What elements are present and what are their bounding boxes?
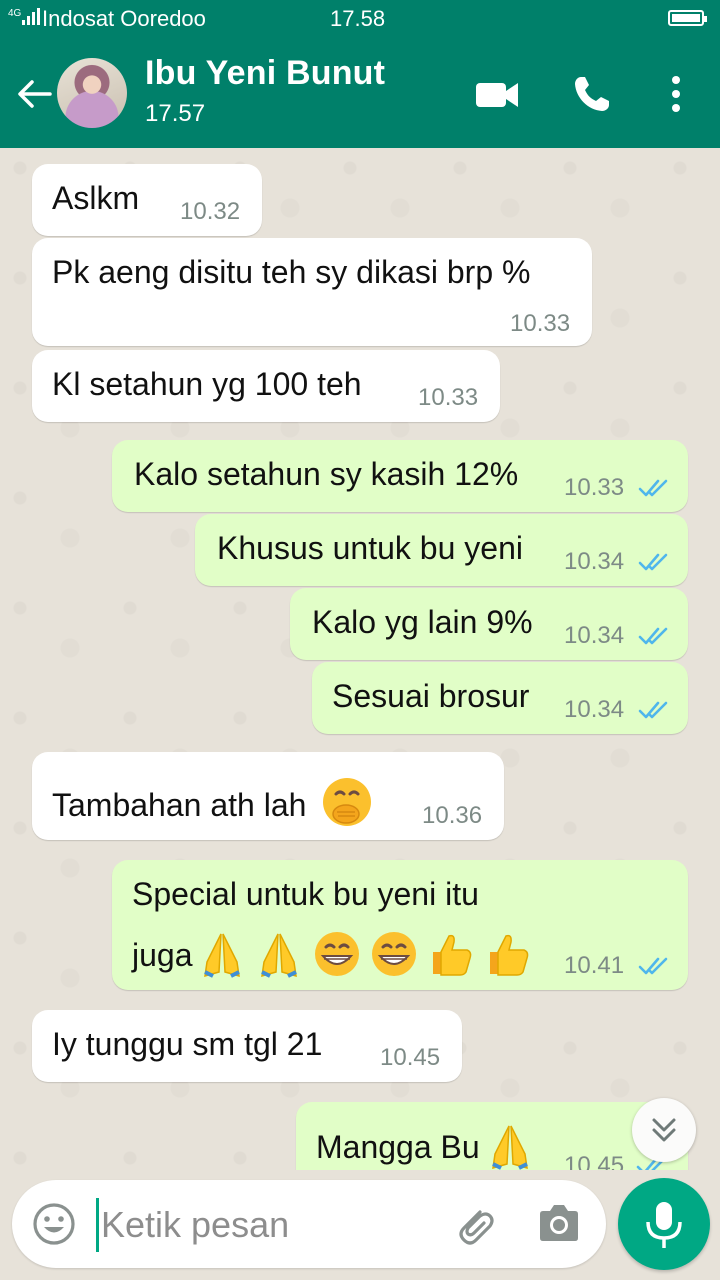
folded-hands-icon (491, 1125, 528, 1170)
message-time: 10.36 (422, 802, 483, 829)
carrier-name: Indosat Ooredoo (42, 6, 206, 31)
message-text: Kalo yg lain 9% (312, 604, 533, 640)
message-outgoing[interactable]: Kalo setahun sy kasih 12% 10.33 (112, 440, 688, 512)
message-incoming[interactable]: Iy tunggu sm tgl 21 10.45 (32, 1010, 462, 1082)
message-outgoing[interactable]: Khusus untuk bu yeni 10.34 (195, 514, 688, 586)
message-time: 10.45 (564, 1152, 625, 1170)
message-text: Sesuai brosur (332, 678, 530, 714)
message-input[interactable] (96, 1198, 433, 1252)
message-time: 10.33 (418, 384, 479, 411)
grinning-face-icon (315, 932, 360, 976)
message-text: Tambahan ath lah (52, 776, 373, 828)
message-outgoing[interactable]: Sesuai brosur 10.34 (312, 662, 688, 734)
arrow-left-icon[interactable] (14, 74, 54, 114)
message-text: Iy tunggu sm tgl 21 (52, 1026, 323, 1062)
message-time: 10.32 (180, 198, 241, 225)
video-call-icon[interactable] (474, 78, 520, 112)
face-with-hand-over-mouth-icon (323, 778, 372, 826)
chat-area[interactable]: Aslkm 10.32 Pk aeng disitu teh sy dikasi… (0, 148, 720, 1170)
paperclip-icon[interactable] (450, 1200, 498, 1248)
message-text-part: Mangga Bu (316, 1129, 480, 1165)
scroll-to-bottom-button[interactable] (632, 1098, 696, 1162)
message-incoming[interactable]: Kl setahun yg 100 teh 10.33 (32, 350, 500, 422)
message-text: Special untuk bu yeni itu (132, 876, 479, 912)
message-text-line2: juga (132, 930, 532, 978)
phone-icon[interactable] (572, 74, 612, 114)
message-text: Kalo setahun sy kasih 12% (134, 456, 519, 492)
message-incoming[interactable]: Tambahan ath lah 10.36 (32, 752, 504, 840)
status-bar: 4G Indosat Ooredoo 17.58 (0, 0, 720, 38)
message-text: Pk aeng disitu teh sy dikasi brp % (52, 254, 531, 290)
message-text: Mangga Bu (316, 1124, 531, 1170)
composer-bar (0, 1170, 720, 1280)
mic-icon (646, 1202, 682, 1248)
avatar[interactable] (57, 58, 127, 128)
message-text: Kl setahun yg 100 teh (52, 366, 362, 402)
message-incoming[interactable]: Pk aeng disitu teh sy dikasi brp % 10.33 (32, 238, 592, 346)
message-time: 10.45 (380, 1044, 441, 1071)
contact-name[interactable]: Ibu Yeni Bunut (145, 54, 385, 93)
folded-hands-icon (204, 933, 241, 978)
last-seen: 17.57 (145, 100, 206, 127)
chevron-double-down-icon (652, 1118, 676, 1142)
camera-icon[interactable] (536, 1202, 582, 1244)
grinning-face-icon (372, 932, 417, 976)
message-time: 10.41 (564, 952, 625, 979)
read-ticks-icon (638, 553, 668, 571)
message-time: 10.33 (564, 474, 625, 501)
message-outgoing[interactable]: Kalo yg lain 9% 10.34 (290, 588, 688, 660)
network-type: 4G (8, 8, 22, 19)
read-ticks-icon (638, 957, 668, 975)
message-time: 10.33 (510, 310, 571, 337)
smiley-icon[interactable] (32, 1202, 76, 1246)
folded-hands-icon (261, 933, 298, 978)
message-incoming[interactable]: Aslkm 10.32 (32, 164, 262, 236)
message-outgoing[interactable]: Special untuk bu yeni itu juga 10.41 (112, 860, 688, 990)
composer-box (12, 1180, 606, 1268)
signal-icon (22, 8, 40, 25)
more-vert-icon[interactable] (664, 74, 688, 114)
read-ticks-icon (638, 701, 668, 719)
message-outgoing[interactable]: Mangga Bu 10.45 (296, 1102, 688, 1170)
chat-header: Ibu Yeni Bunut 17.57 (0, 38, 720, 148)
message-time: 10.34 (564, 548, 625, 575)
message-text-part: Tambahan ath lah (52, 787, 307, 823)
mic-button[interactable] (618, 1178, 710, 1270)
read-ticks-icon (638, 479, 668, 497)
message-time: 10.34 (564, 622, 625, 649)
message-time: 10.34 (564, 696, 625, 723)
thumbs-up-icon (432, 934, 472, 976)
read-ticks-icon (638, 627, 668, 645)
message-text-part: juga (132, 937, 193, 973)
thumbs-up-icon (489, 934, 529, 976)
message-text: Aslkm (52, 180, 140, 216)
status-clock: 17.58 (330, 6, 386, 31)
message-text: Khusus untuk bu yeni (217, 530, 523, 566)
battery-icon (668, 10, 707, 26)
